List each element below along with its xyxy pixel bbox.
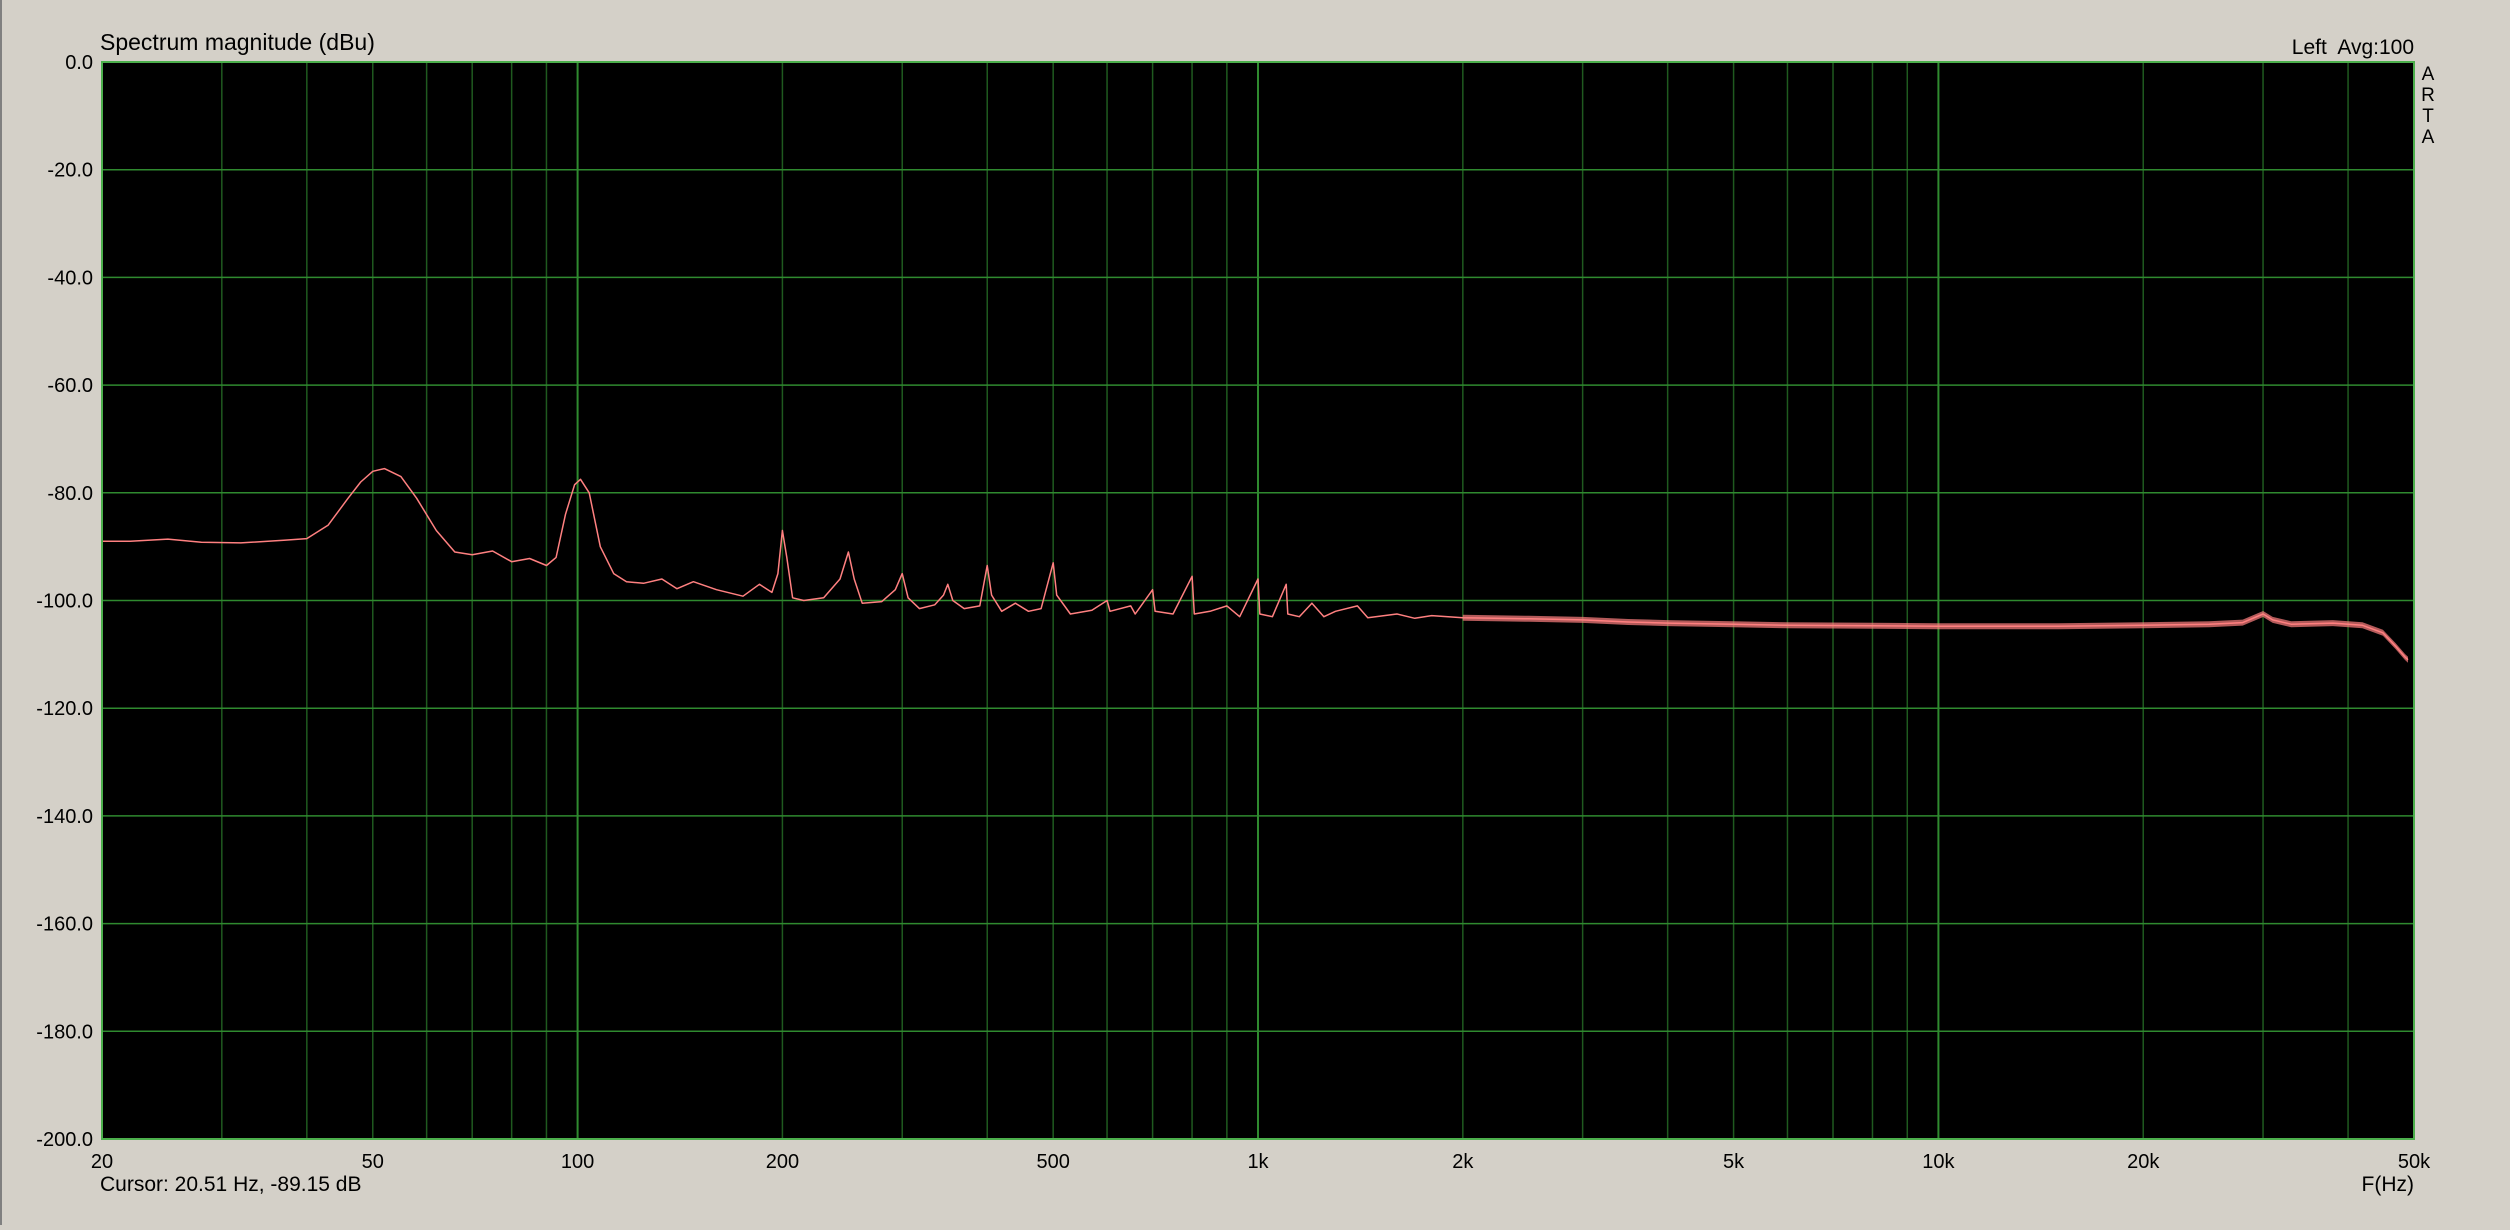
y-tick-label: -40.0 [47,267,93,289]
x-tick-label: 100 [561,1151,594,1173]
y-tick-label: -180.0 [36,1021,93,1043]
brand-letter: T [2422,106,2434,127]
x-tick-label: 50k [2398,1151,2431,1173]
x-tick-label: 10k [1922,1151,1955,1173]
cursor-readout: Cursor: 20.51 Hz, -89.15 dB [100,1173,361,1196]
x-tick-label: 500 [1036,1151,1069,1173]
y-tick-label: -200.0 [36,1129,93,1151]
spectrum-chart[interactable]: Spectrum magnitude (dBu) Left Avg:100 AR… [2,0,2510,1225]
chart-title: Spectrum magnitude (dBu) [100,29,375,55]
x-tick-label: 200 [766,1151,799,1173]
y-tick-label: -140.0 [36,806,93,828]
x-tick-label: 20k [2127,1151,2160,1173]
x-tick-label: 20 [91,1151,113,1173]
brand-letter: A [2422,127,2435,148]
brand-letter: A [2422,64,2435,85]
x-tick-label: 50 [362,1151,384,1173]
arta-spectrum-window: Spectrum magnitude (dBu) Left Avg:100 AR… [0,0,2510,1225]
y-tick-label: -20.0 [47,160,93,182]
y-axis: 0.0 -20.0 -40.0 -60.0 -80.0 -100.0 -120.0 -140.… [36,52,93,1151]
y-tick-label: 0.0 [65,52,93,74]
y-tick-label: -160.0 [36,914,93,936]
x-tick-label: 5k [1723,1151,1745,1173]
y-tick-label: -80.0 [47,483,93,505]
x-tick-label: 1k [1247,1151,1269,1173]
x-tick-label: 2k [1452,1151,1474,1173]
x-axis: 20 50 100 200 500 1k 2k 5k 10k 20k 50k [91,1151,2431,1173]
channel-avg-label: Left Avg:100 [2292,36,2414,59]
x-axis-label: F(Hz) [2362,1173,2414,1196]
brand-letter: R [2421,85,2435,106]
arta-brand-label: ARTA [2421,64,2435,148]
y-tick-label: -120.0 [36,698,93,720]
y-tick-label: -60.0 [47,375,93,397]
y-tick-label: -100.0 [36,591,93,613]
